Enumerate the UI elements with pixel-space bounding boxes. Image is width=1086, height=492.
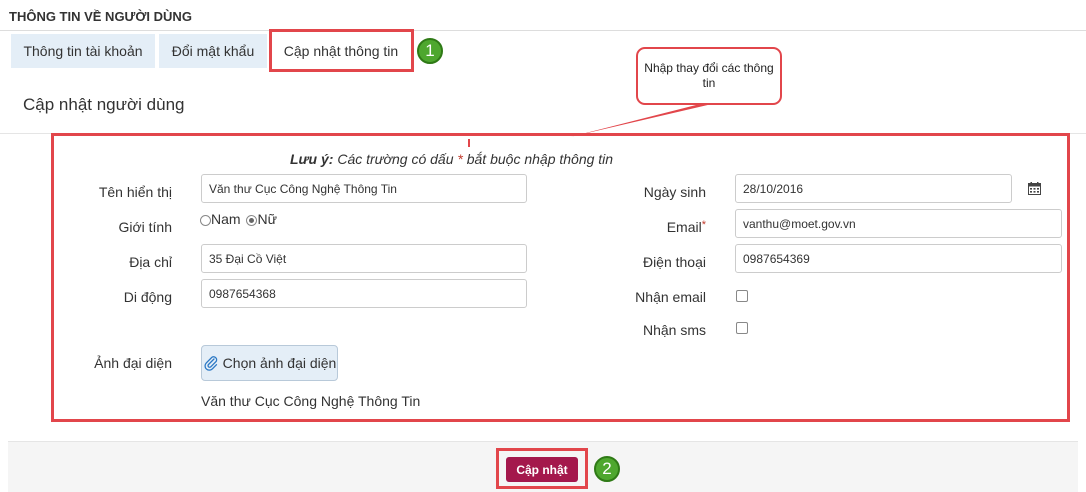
address-input[interactable]: 35 Đại Cồ Việt xyxy=(201,244,527,273)
submit-highlight-box xyxy=(496,448,588,489)
email-required-star: * xyxy=(701,219,706,231)
avatar-caption: Văn thư Cục Công Nghệ Thông Tin xyxy=(201,393,421,409)
gender-radio-male[interactable] xyxy=(200,214,211,226)
birthday-label: Ngày sinh xyxy=(643,184,706,200)
note-suffix: bắt buộc nhập thông tin xyxy=(462,151,614,167)
section-title: Cập nhật người dùng xyxy=(23,95,185,114)
phone-input[interactable]: 0987654369 xyxy=(735,244,1062,273)
display-name-label: Tên hiển thị xyxy=(98,184,172,200)
display-name-input[interactable]: Văn thư Cục Công Nghệ Thông Tin xyxy=(201,174,527,203)
gender-radio-female[interactable] xyxy=(246,214,258,226)
gender-label: Giới tính xyxy=(118,219,172,235)
address-label: Địa chỉ xyxy=(129,254,172,270)
phone-label: Điện thoại xyxy=(642,254,706,270)
email-label-text: Email xyxy=(666,219,702,235)
mobile-label: Di động xyxy=(123,289,172,305)
choose-avatar-button[interactable]: Chọn ảnh đại diện xyxy=(201,345,338,381)
gender-radio-group: Nam Nữ xyxy=(200,211,277,227)
birthday-input[interactable]: 28/10/2016 xyxy=(735,174,1012,203)
calendar-icon[interactable] xyxy=(1028,182,1041,195)
choose-avatar-label: Chọn ảnh đại diện xyxy=(222,355,337,371)
gender-male-label: Nam xyxy=(211,211,241,227)
receive-sms-label: Nhận sms xyxy=(642,322,706,338)
note-prefix: Lưu ý: xyxy=(290,151,334,167)
step-badge-2: 2 xyxy=(594,456,620,482)
receive-email-label: Nhận email xyxy=(635,289,706,305)
receive-sms-checkbox[interactable] xyxy=(736,322,748,334)
paperclip-icon xyxy=(204,356,217,371)
required-note: Lưu ý: Các trường có dấu * bắt buộc nhập… xyxy=(290,151,613,167)
email-label: Email* xyxy=(570,219,706,235)
gender-female-label: Nữ xyxy=(257,211,277,227)
note-text: Các trường có dấu xyxy=(333,151,458,167)
email-input[interactable]: vanthu@moet.gov.vn xyxy=(735,209,1062,238)
avatar-label: Ảnh đại diện xyxy=(94,355,172,371)
mobile-input[interactable]: 0987654368 xyxy=(201,279,527,308)
receive-email-checkbox[interactable] xyxy=(736,290,748,302)
